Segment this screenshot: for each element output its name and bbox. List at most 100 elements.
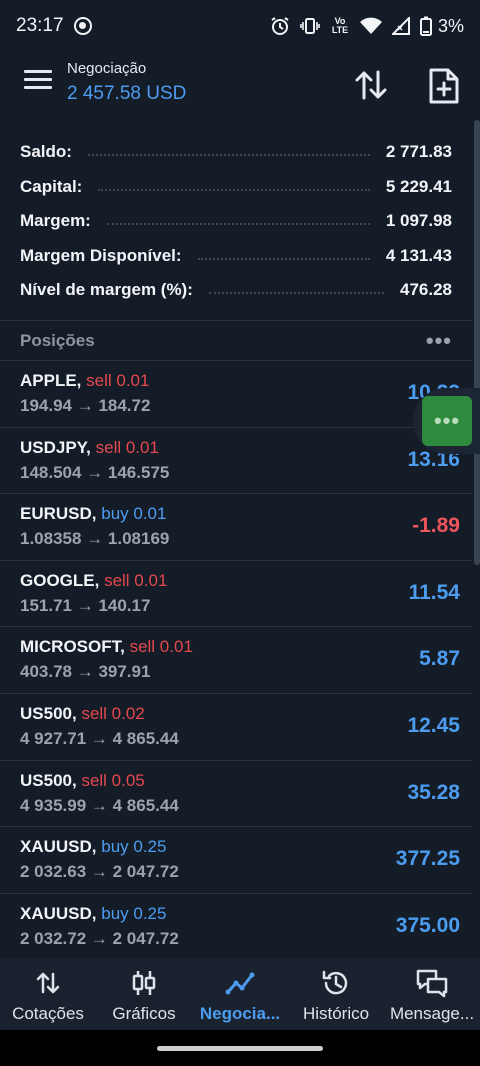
nav-label: Cotações [12,1004,84,1023]
positions-header: Posições ••• [0,322,472,360]
summary-value: 5 229.41 [385,176,452,196]
position-row[interactable]: US500, sell 0.02 4 927.71 → 4 865.44 12.45 [0,694,472,761]
position-profit: 35.28 [407,780,460,804]
nav-label: Negocia... [199,1004,281,1023]
position-side: sell 0.05 [81,770,145,790]
nav-item-messages[interactable]: Mensage... [384,958,480,1030]
position-symbol: MICROSOFT, [20,637,125,657]
new-document-icon [429,68,459,104]
position-profit: 377.25 [395,847,460,871]
alarm-icon [270,16,290,36]
position-row[interactable]: US500, sell 0.05 4 935.99 → 4 865.44 35.28 [0,761,472,828]
position-symbol: XAUUSD, [20,903,97,923]
position-symbol: GOOGLE, [20,570,100,590]
position-prices: 403.78 → 397.91 [20,662,151,682]
position-side: sell 0.02 [81,703,145,723]
summary-row-balance: Saldo: 2 771.83 [0,135,472,170]
position-title: US500, sell 0.02 [20,704,145,724]
position-side: sell 0.01 [86,371,150,390]
position-row[interactable]: MICROSOFT, sell 0.01 403.78 → 397.91 5.87 [0,627,472,694]
wifi-icon [359,17,382,35]
position-title: MICROSOFT, sell 0.01 [20,637,193,657]
gesture-handle[interactable] [157,1046,323,1051]
position-title: GOOGLE, sell 0.01 [20,571,167,591]
position-row[interactable]: USDJPY, sell 0.01 148.504 → 146.575 13.16 [0,428,472,495]
positions-more-button[interactable]: ••• [426,328,452,354]
nav-item-quotes[interactable]: Cotações [0,958,96,1030]
position-title: EURUSD, buy 0.01 [20,504,166,524]
account-balance: 2 457.58 USD [67,83,187,104]
network-type-label: Vo LTE [331,16,349,35]
nav-label: Gráficos [112,1004,176,1023]
history-icon [321,968,351,998]
position-side: sell 0.01 [129,637,193,657]
summary-label: Margem Disponível: [20,245,182,265]
position-side: sell 0.01 [104,570,168,590]
signal-icon [391,17,410,35]
position-profit: 11.54 [408,580,460,604]
position-prices: 194.94 → 184.72 [20,396,151,415]
summary-value: 476.28 [400,280,452,300]
vibrate-icon [300,16,320,36]
quotes-icon [35,968,61,998]
menu-button[interactable] [24,70,52,96]
position-symbol: US500, [20,770,77,790]
summary-label: Margem: [20,211,91,231]
dotted-leader [197,257,370,260]
summary-label: Nível de margem (%): [20,280,193,300]
position-title: XAUUSD, buy 0.25 [20,904,166,924]
charts-icon [131,968,157,998]
status-bar: 23:17 Vo LTE 3% [0,0,480,52]
bottom-navigation: Cotações Gráficos Negocia... Histórico Mensa… [0,958,480,1030]
position-side: buy 0.01 [101,504,167,524]
dotted-leader [106,223,370,226]
position-row[interactable]: GOOGLE, sell 0.01 151.71 → 140.17 11.54 [0,561,472,628]
position-profit: 12.45 [407,713,460,737]
summary-row-equity: Capital: 5 229.41 [0,170,472,205]
position-row[interactable]: XAUUSD, buy 0.25 2 032.63 → 2 047.72 377.2… [0,827,472,894]
position-row[interactable]: APPLE, sell 0.01194.94 → 184.7210.22 [0,361,472,428]
position-row[interactable]: EURUSD, buy 0.01 1.08358 → 1.08169 -1.89 [0,494,472,561]
position-symbol: USDJPY, [20,437,91,457]
screen-record-icon [73,17,92,35]
position-profit: 5.87 [419,647,460,671]
summary-row-margin: Margem: 1 097.98 [0,204,472,239]
position-prices: 151.71 → 140.17 [20,595,151,615]
sort-button[interactable] [352,66,390,104]
position-symbol: APPLE, [20,371,82,390]
position-symbol: US500, [20,703,77,723]
position-prices: 148.504 → 146.575 [20,462,170,482]
nav-item-trade[interactable]: Negocia... [192,958,288,1030]
position-side: buy 0.25 [101,837,167,857]
position-row[interactable]: XAUUSD, buy 0.25 2 032.72 → 2 047.72 375.0… [0,894,472,961]
position-prices: 2 032.63 → 2 047.72 [20,862,179,882]
position-symbol: EURUSD, [20,504,97,524]
trade-icon [225,968,255,998]
title-block: Negociação 2 457.58 USD [67,60,186,105]
summary-value: 4 131.43 [385,245,452,265]
position-prices: 4 927.71 → 4 865.44 [20,728,179,748]
nav-item-history[interactable]: Histórico [288,958,384,1030]
battery-icon [419,16,432,36]
summary-label: Capital: [20,176,83,196]
position-prices: 1.08358 → 1.08169 [20,529,170,549]
nav-item-charts[interactable]: Gráficos [96,958,192,1030]
floating-action-button[interactable]: ••• [413,388,480,454]
positions-list: APPLE, sell 0.01194.94 → 184.7210.22USDJ… [0,361,472,961]
position-side: sell 0.01 [95,437,159,457]
scrollbar[interactable] [474,120,480,565]
status-icons: Vo LTE 3% [270,16,464,37]
dotted-leader [98,188,370,191]
more-icon: ••• [422,396,472,446]
position-prices: 2 032.72 → 2 047.72 [20,928,179,948]
position-title: APPLE, sell 0.01 [20,371,149,391]
new-order-button[interactable] [426,66,462,106]
sort-icon [355,70,387,100]
positions-title: Posições [20,331,95,350]
status-time: 23:17 [16,15,64,36]
position-profit: -1.89 [412,514,460,538]
summary-row-free-margin: Margem Disponível: 4 131.43 [0,239,472,274]
position-title: XAUUSD, buy 0.25 [20,837,166,857]
dotted-leader [87,154,370,157]
summary-row-margin-level: Nível de margem (%): 476.28 [0,273,472,308]
